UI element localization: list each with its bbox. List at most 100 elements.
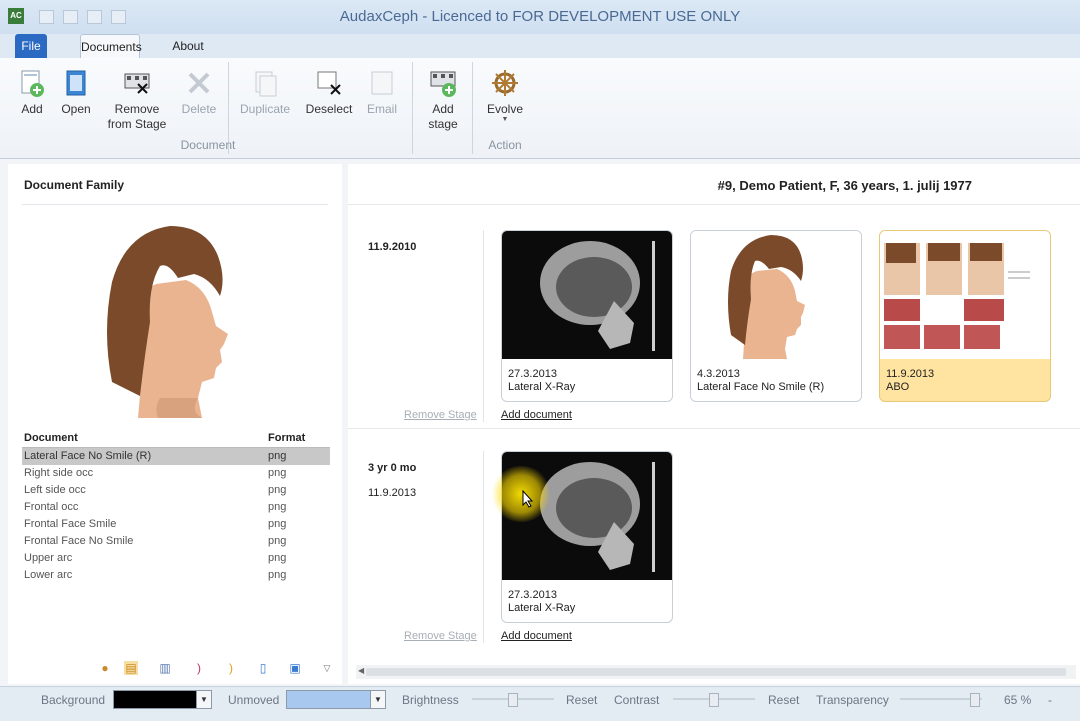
open-button[interactable]: Open bbox=[58, 64, 94, 134]
email-button[interactable]: Email bbox=[362, 64, 402, 134]
scrollbar-thumb[interactable] bbox=[366, 668, 1066, 676]
chevron-down-icon: ▼ bbox=[196, 691, 211, 708]
face-profile-preview bbox=[98, 222, 238, 418]
transparency-label: Transparency bbox=[816, 693, 889, 707]
row-format: png bbox=[268, 535, 287, 547]
brightness-reset-button[interactable]: Reset bbox=[566, 693, 597, 707]
slider-knob[interactable] bbox=[508, 693, 518, 707]
document-card[interactable]: 27.3.2013 Lateral X-Ray bbox=[501, 230, 673, 402]
cursor-highlight bbox=[490, 466, 552, 522]
add-stage-label: Add stage bbox=[428, 102, 458, 131]
card-date: 27.3.2013 bbox=[508, 368, 557, 380]
open-folder-icon bbox=[66, 70, 86, 96]
stage-date: 11.9.2010 bbox=[368, 241, 417, 253]
column-header-format[interactable]: Format bbox=[268, 430, 305, 447]
add-document-link[interactable]: Add document bbox=[501, 409, 572, 421]
ribbon-tabs: File Documents About bbox=[0, 34, 1080, 59]
transparency-slider[interactable] bbox=[900, 693, 982, 707]
slider-knob[interactable] bbox=[970, 693, 980, 707]
tab-documents[interactable]: Documents bbox=[80, 34, 142, 59]
scroll-left-icon[interactable]: ◀ bbox=[358, 666, 364, 675]
row-document: Frontal occ bbox=[24, 501, 79, 513]
open-label: Open bbox=[61, 102, 91, 116]
remove-stage-link[interactable]: Remove Stage bbox=[404, 409, 477, 421]
ribbon: Add Open Remove from Stage Delete Duplic… bbox=[0, 58, 1080, 159]
tab-about[interactable]: About bbox=[167, 34, 209, 58]
brightness-slider[interactable] bbox=[472, 693, 554, 707]
title-bar: AC AudaxCeph - Licenced to FOR DEVELOPME… bbox=[0, 0, 1080, 34]
column-header-document[interactable]: Document bbox=[24, 430, 78, 447]
table-row[interactable]: Lower arc png bbox=[22, 567, 330, 584]
row-document: Lower arc bbox=[24, 569, 73, 581]
card-name: Lateral X-Ray bbox=[508, 602, 576, 614]
window-icon[interactable]: ▣ bbox=[288, 661, 302, 675]
row-document: Frontal Face Smile bbox=[24, 518, 117, 530]
add-button[interactable]: Add bbox=[14, 64, 50, 134]
table-row[interactable]: Upper arc png bbox=[22, 550, 330, 567]
table-row[interactable]: Frontal Face No Smile png bbox=[22, 533, 330, 550]
delete-label: Delete bbox=[181, 102, 217, 116]
evolve-label: Evolve bbox=[486, 102, 524, 116]
page-icon[interactable]: ▯ bbox=[256, 661, 270, 675]
deselect-button[interactable]: Deselect bbox=[302, 64, 356, 134]
contrast-slider[interactable] bbox=[673, 693, 755, 707]
background-label: Background bbox=[41, 693, 106, 707]
duplicate-button[interactable]: Duplicate bbox=[236, 64, 294, 134]
remove-from-stage-button[interactable]: Remove from Stage bbox=[102, 64, 172, 134]
card-date: 4.3.2013 bbox=[697, 368, 740, 380]
remove-from-stage-label: Remove from Stage bbox=[107, 102, 167, 131]
row-document: Frontal Face No Smile bbox=[24, 535, 134, 547]
document-card[interactable]: 11.9.2013 ABO bbox=[879, 230, 1051, 402]
brightness-label: Brightness bbox=[402, 693, 459, 707]
add-stage-button[interactable]: Add stage bbox=[420, 64, 466, 134]
table-row[interactable]: Frontal Face Smile png bbox=[22, 516, 330, 533]
evolve-button[interactable]: Evolve ▼ bbox=[482, 64, 528, 134]
document-table: Document Format Lateral Face No Smile (R… bbox=[22, 430, 330, 584]
divider bbox=[348, 204, 1080, 205]
add-document-link[interactable]: Add document bbox=[501, 630, 572, 642]
document-card[interactable]: 4.3.2013 Lateral Face No Smile (R) bbox=[690, 230, 862, 402]
duplicate-icon bbox=[255, 71, 277, 97]
card-name: ABO bbox=[886, 381, 910, 393]
email-icon bbox=[371, 71, 393, 95]
face-thumbnail bbox=[691, 231, 861, 359]
curves-icon[interactable]: ) bbox=[192, 661, 206, 675]
table-row[interactable]: Right side occ png bbox=[22, 465, 330, 482]
chevron-down-icon[interactable]: ▽ bbox=[320, 661, 334, 675]
table-row[interactable]: Frontal occ png bbox=[22, 499, 330, 516]
background-color-select[interactable]: ▼ bbox=[113, 690, 212, 709]
status-bar: Background ▼ Unmoved ▼ Brightness Reset … bbox=[0, 686, 1080, 721]
document-group-label: Document bbox=[180, 138, 236, 152]
window-title: AudaxCeph - Licenced to FOR DEVELOPMENT … bbox=[339, 8, 741, 25]
unmoved-label: Unmoved bbox=[228, 693, 280, 707]
chevron-down-icon: ▼ bbox=[370, 691, 385, 708]
unmoved-color-select[interactable]: ▼ bbox=[286, 690, 386, 709]
tab-file[interactable]: File bbox=[15, 34, 47, 58]
stage-age: 3 yr 0 mo bbox=[368, 462, 417, 474]
email-label: Email bbox=[366, 102, 397, 116]
table-row[interactable]: Lateral Face No Smile (R) png bbox=[22, 448, 330, 465]
person-icon[interactable]: ● bbox=[98, 661, 112, 675]
rainbow-icon[interactable]: ) bbox=[224, 661, 238, 675]
table-row[interactable]: Left side occ png bbox=[22, 482, 330, 499]
ship-wheel-icon bbox=[492, 70, 518, 96]
delete-button[interactable]: Delete bbox=[178, 64, 220, 134]
zoom-out-button[interactable]: - bbox=[1048, 693, 1052, 707]
zoom-level: 65 % bbox=[1004, 693, 1032, 707]
panel-toolbar: ● ▤ ▥ ) ) ▯ ▣ ▽ bbox=[98, 661, 338, 679]
row-format: png bbox=[268, 450, 287, 462]
row-format: png bbox=[268, 518, 287, 530]
contrast-reset-button[interactable]: Reset bbox=[768, 693, 799, 707]
patient-header: #9, Demo Patient, F, 36 years, 1. julij … bbox=[717, 178, 972, 193]
divider bbox=[412, 62, 413, 154]
scanner-icon[interactable]: ▥ bbox=[158, 661, 172, 675]
horizontal-scrollbar[interactable]: ◀ bbox=[356, 665, 1076, 679]
row-format: png bbox=[268, 484, 287, 496]
slider-knob[interactable] bbox=[709, 693, 719, 707]
remove-film-icon bbox=[124, 73, 150, 94]
xray-thumbnail bbox=[502, 231, 672, 359]
documents-icon[interactable]: ▤ bbox=[124, 661, 138, 675]
duplicate-label: Duplicate bbox=[239, 102, 291, 116]
remove-stage-link[interactable]: Remove Stage bbox=[404, 630, 477, 642]
row-document: Lateral Face No Smile (R) bbox=[24, 450, 152, 462]
